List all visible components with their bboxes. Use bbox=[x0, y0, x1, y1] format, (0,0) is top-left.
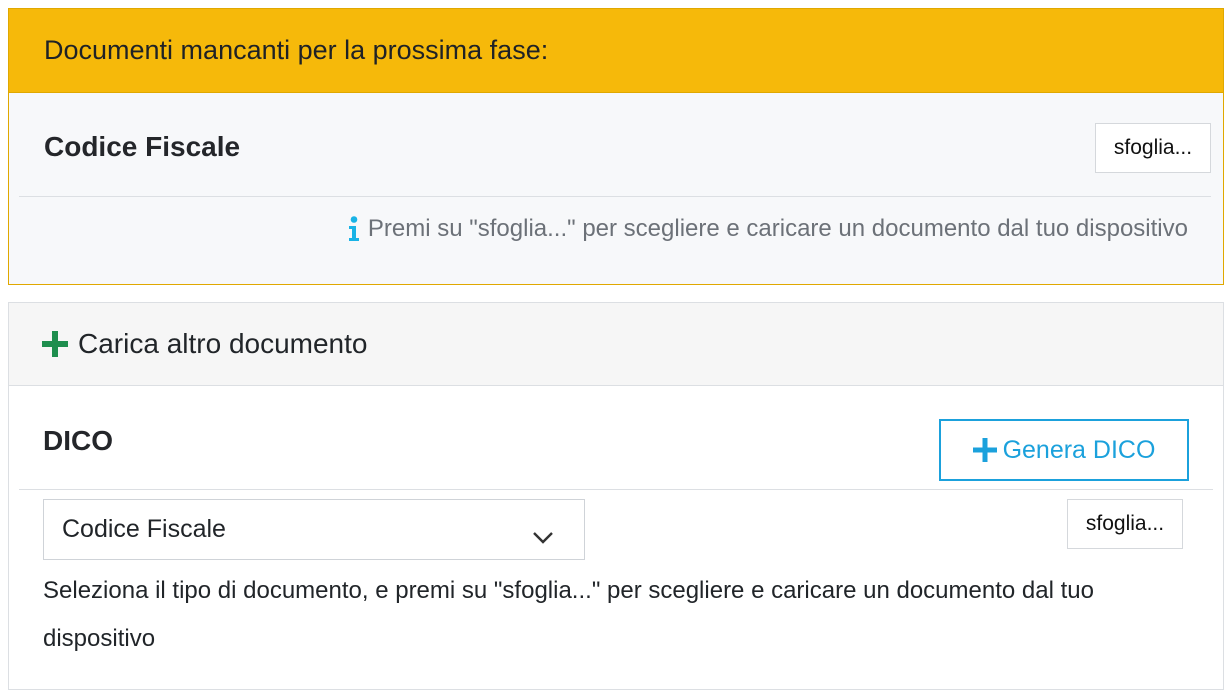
generate-dico-label: Genera DICO bbox=[1002, 435, 1156, 464]
document-type-value: Codice Fiscale bbox=[62, 515, 226, 543]
missing-documents-panel: Documenti mancanti per la prossima fase:… bbox=[8, 8, 1224, 285]
upload-other-panel: Carica altro documento DICO Genera DICO … bbox=[8, 302, 1224, 690]
upload-hint: Premi su "sfoglia..." per scegliere e ca… bbox=[348, 215, 1188, 243]
browse-button[interactable]: sfoglia... bbox=[1067, 499, 1183, 549]
plus-icon bbox=[972, 438, 997, 462]
missing-document-row: Codice Fiscale sfoglia... bbox=[19, 93, 1211, 197]
divider bbox=[19, 489, 1213, 490]
generate-dico-button[interactable]: Genera DICO bbox=[939, 419, 1189, 481]
chevron-down-icon bbox=[532, 523, 554, 544]
missing-documents-header: Documenti mancanti per la prossima fase: bbox=[9, 9, 1223, 93]
document-type-select[interactable]: Codice Fiscale bbox=[43, 499, 585, 560]
upload-other-label: Carica altro documento bbox=[78, 328, 368, 359]
browse-button[interactable]: sfoglia... bbox=[1095, 123, 1211, 173]
plus-icon bbox=[42, 331, 68, 357]
missing-document-title: Codice Fiscale bbox=[44, 131, 241, 162]
dico-section-title: DICO bbox=[43, 425, 113, 456]
info-icon bbox=[348, 216, 360, 242]
upload-other-toggle[interactable]: Carica altro documento bbox=[9, 303, 1223, 386]
upload-help-text: Seleziona il tipo di documento, e premi … bbox=[43, 577, 1094, 652]
upload-hint-text: Premi su "sfoglia..." per scegliere e ca… bbox=[367, 215, 1188, 242]
